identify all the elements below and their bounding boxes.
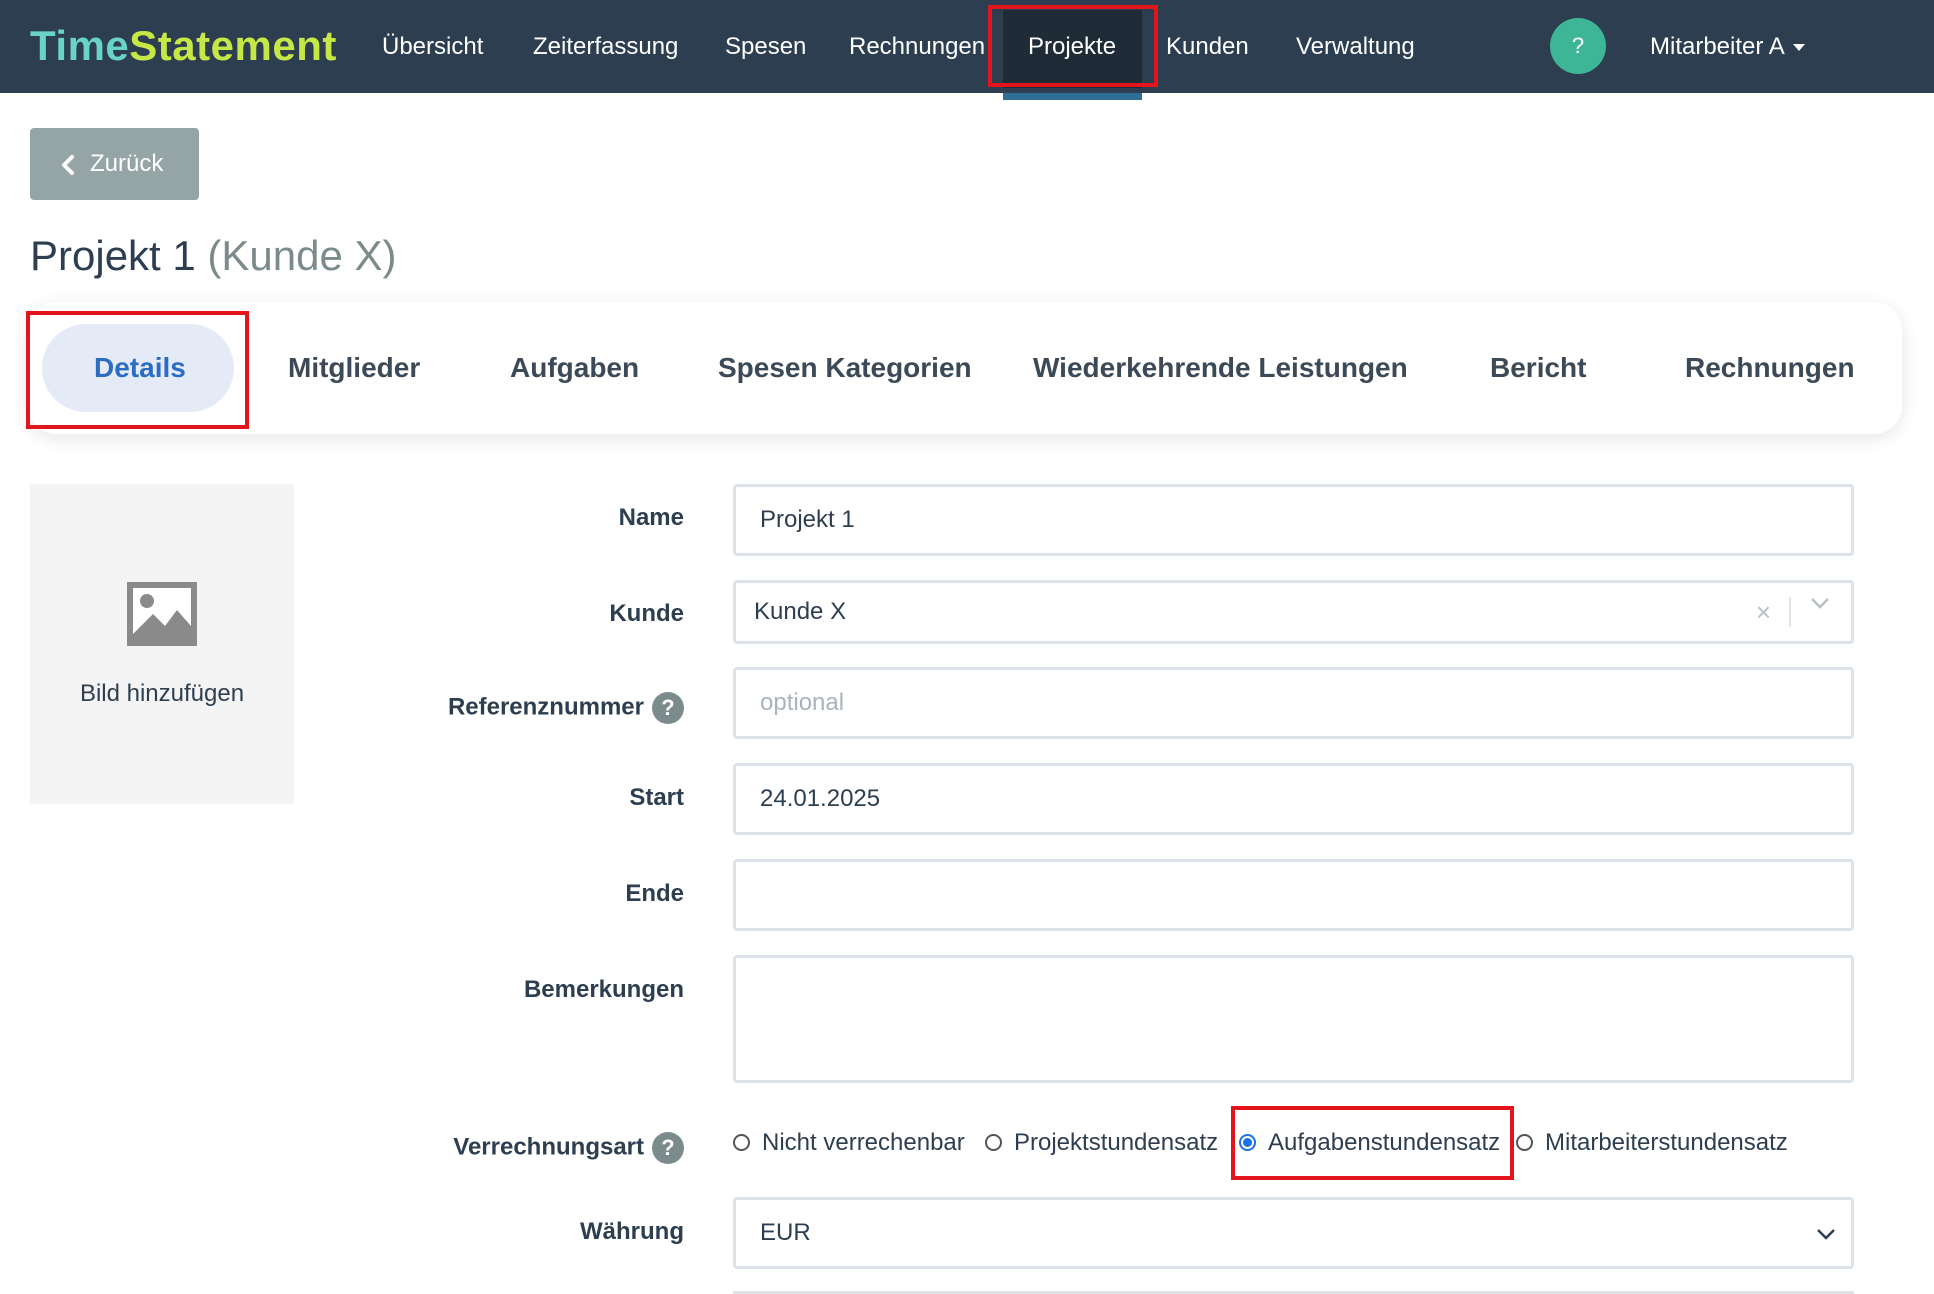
- radio-button-checked[interactable]: [1239, 1134, 1256, 1151]
- bemerkungen-label: Bemerkungen: [523, 976, 684, 1003]
- ende-date-input[interactable]: [733, 859, 1854, 931]
- nav-verwaltung[interactable]: Verwaltung: [1296, 25, 1415, 69]
- kunde-label: Kunde: [609, 600, 684, 627]
- top-navbar: TimeStatement Übersicht Zeiterfassung Sp…: [0, 0, 1934, 93]
- add-image-label: Bild hinzufügen: [79, 680, 245, 707]
- tab-bar-labels: Details Mitglieder Aufgaben Spesen Kateg…: [28, 302, 1902, 434]
- tab-spesen-kategorien[interactable]: Spesen Kategorien: [718, 302, 972, 434]
- user-menu[interactable]: Mitarbeiter A: [1650, 25, 1805, 69]
- add-image-box[interactable]: Bild hinzufügen: [30, 484, 294, 804]
- nav-rechnungen[interactable]: Rechnungen: [849, 25, 985, 69]
- waehrung-label: Währung: [580, 1218, 684, 1245]
- radio-button[interactable]: [733, 1134, 750, 1151]
- verrechnungsart-label-text: Verrechnungsart: [453, 1133, 644, 1161]
- kunde-select-value: Kunde X: [754, 598, 847, 625]
- chevron-down-icon[interactable]: [1809, 596, 1831, 610]
- radio-button[interactable]: [985, 1134, 1002, 1151]
- tab-aufgaben[interactable]: Aufgaben: [510, 302, 639, 434]
- bemerkungen-textarea[interactable]: [733, 955, 1854, 1083]
- select-separator: [1789, 597, 1791, 627]
- user-menu-label: Mitarbeiter A: [1650, 33, 1785, 60]
- radio-label: Projektstundensatz: [1014, 1129, 1219, 1156]
- tab-wiederkehrende-leistungen[interactable]: Wiederkehrende Leistungen: [1033, 302, 1408, 434]
- back-button-label: Zurück: [90, 150, 164, 177]
- page-title: Projekt 1 (Kunde X): [30, 228, 397, 284]
- help-button[interactable]: ?: [1550, 18, 1606, 74]
- start-label: Start: [629, 784, 684, 811]
- nav-active-indicator: [1003, 93, 1142, 100]
- name-label: Name: [618, 504, 684, 531]
- nav-spesen[interactable]: Spesen: [725, 25, 806, 69]
- tab-rechnungen[interactable]: Rechnungen: [1685, 302, 1855, 434]
- tab-bericht[interactable]: Bericht: [1490, 302, 1586, 434]
- referenznummer-label: Referenznummer?: [360, 692, 684, 724]
- nav-uebersicht[interactable]: Übersicht: [382, 25, 483, 69]
- radio-button[interactable]: [1516, 1134, 1533, 1151]
- verrechnungsart-label: Verrechnungsart?: [360, 1132, 684, 1164]
- tab-mitglieder[interactable]: Mitglieder: [288, 302, 420, 434]
- referenznummer-input[interactable]: [733, 667, 1854, 739]
- radio-label: Nicht verrechenbar: [762, 1129, 965, 1156]
- radio-label: Mitarbeiterstundensatz: [1545, 1129, 1788, 1156]
- referenznummer-label-text: Referenznummer: [447, 693, 644, 721]
- brand-part-statement: Statement: [129, 22, 337, 69]
- caret-down-icon: [1792, 44, 1805, 52]
- radio-label: Aufgabenstundensatz: [1268, 1129, 1501, 1156]
- ende-label: Ende: [625, 880, 684, 907]
- help-question-icon[interactable]: ?: [652, 692, 684, 724]
- nav-projekte[interactable]: Projekte: [1028, 25, 1116, 69]
- project-name-title: Projekt 1: [30, 232, 196, 279]
- image-placeholder-icon: [127, 582, 197, 646]
- start-date-input[interactable]: [733, 763, 1854, 835]
- waehrung-select-value: EUR: [760, 1219, 811, 1246]
- back-button[interactable]: Zurück: [30, 128, 199, 200]
- nav-zeiterfassung[interactable]: Zeiterfassung: [533, 25, 678, 69]
- nav-kunden[interactable]: Kunden: [1166, 25, 1249, 69]
- brand-logo[interactable]: TimeStatement: [30, 20, 337, 72]
- help-question-icon[interactable]: ?: [652, 1132, 684, 1164]
- kunde-select[interactable]: Kunde X ×: [733, 580, 1854, 644]
- chevron-down-icon: [1817, 1229, 1835, 1240]
- chevron-left-icon: [62, 154, 74, 175]
- name-input[interactable]: [733, 484, 1854, 556]
- waehrung-select[interactable]: EUR: [733, 1197, 1854, 1269]
- project-customer-subtitle: (Kunde X): [207, 232, 397, 279]
- clear-icon[interactable]: ×: [1756, 593, 1771, 631]
- tab-details[interactable]: Details: [94, 302, 186, 434]
- brand-part-time: Time: [30, 22, 130, 69]
